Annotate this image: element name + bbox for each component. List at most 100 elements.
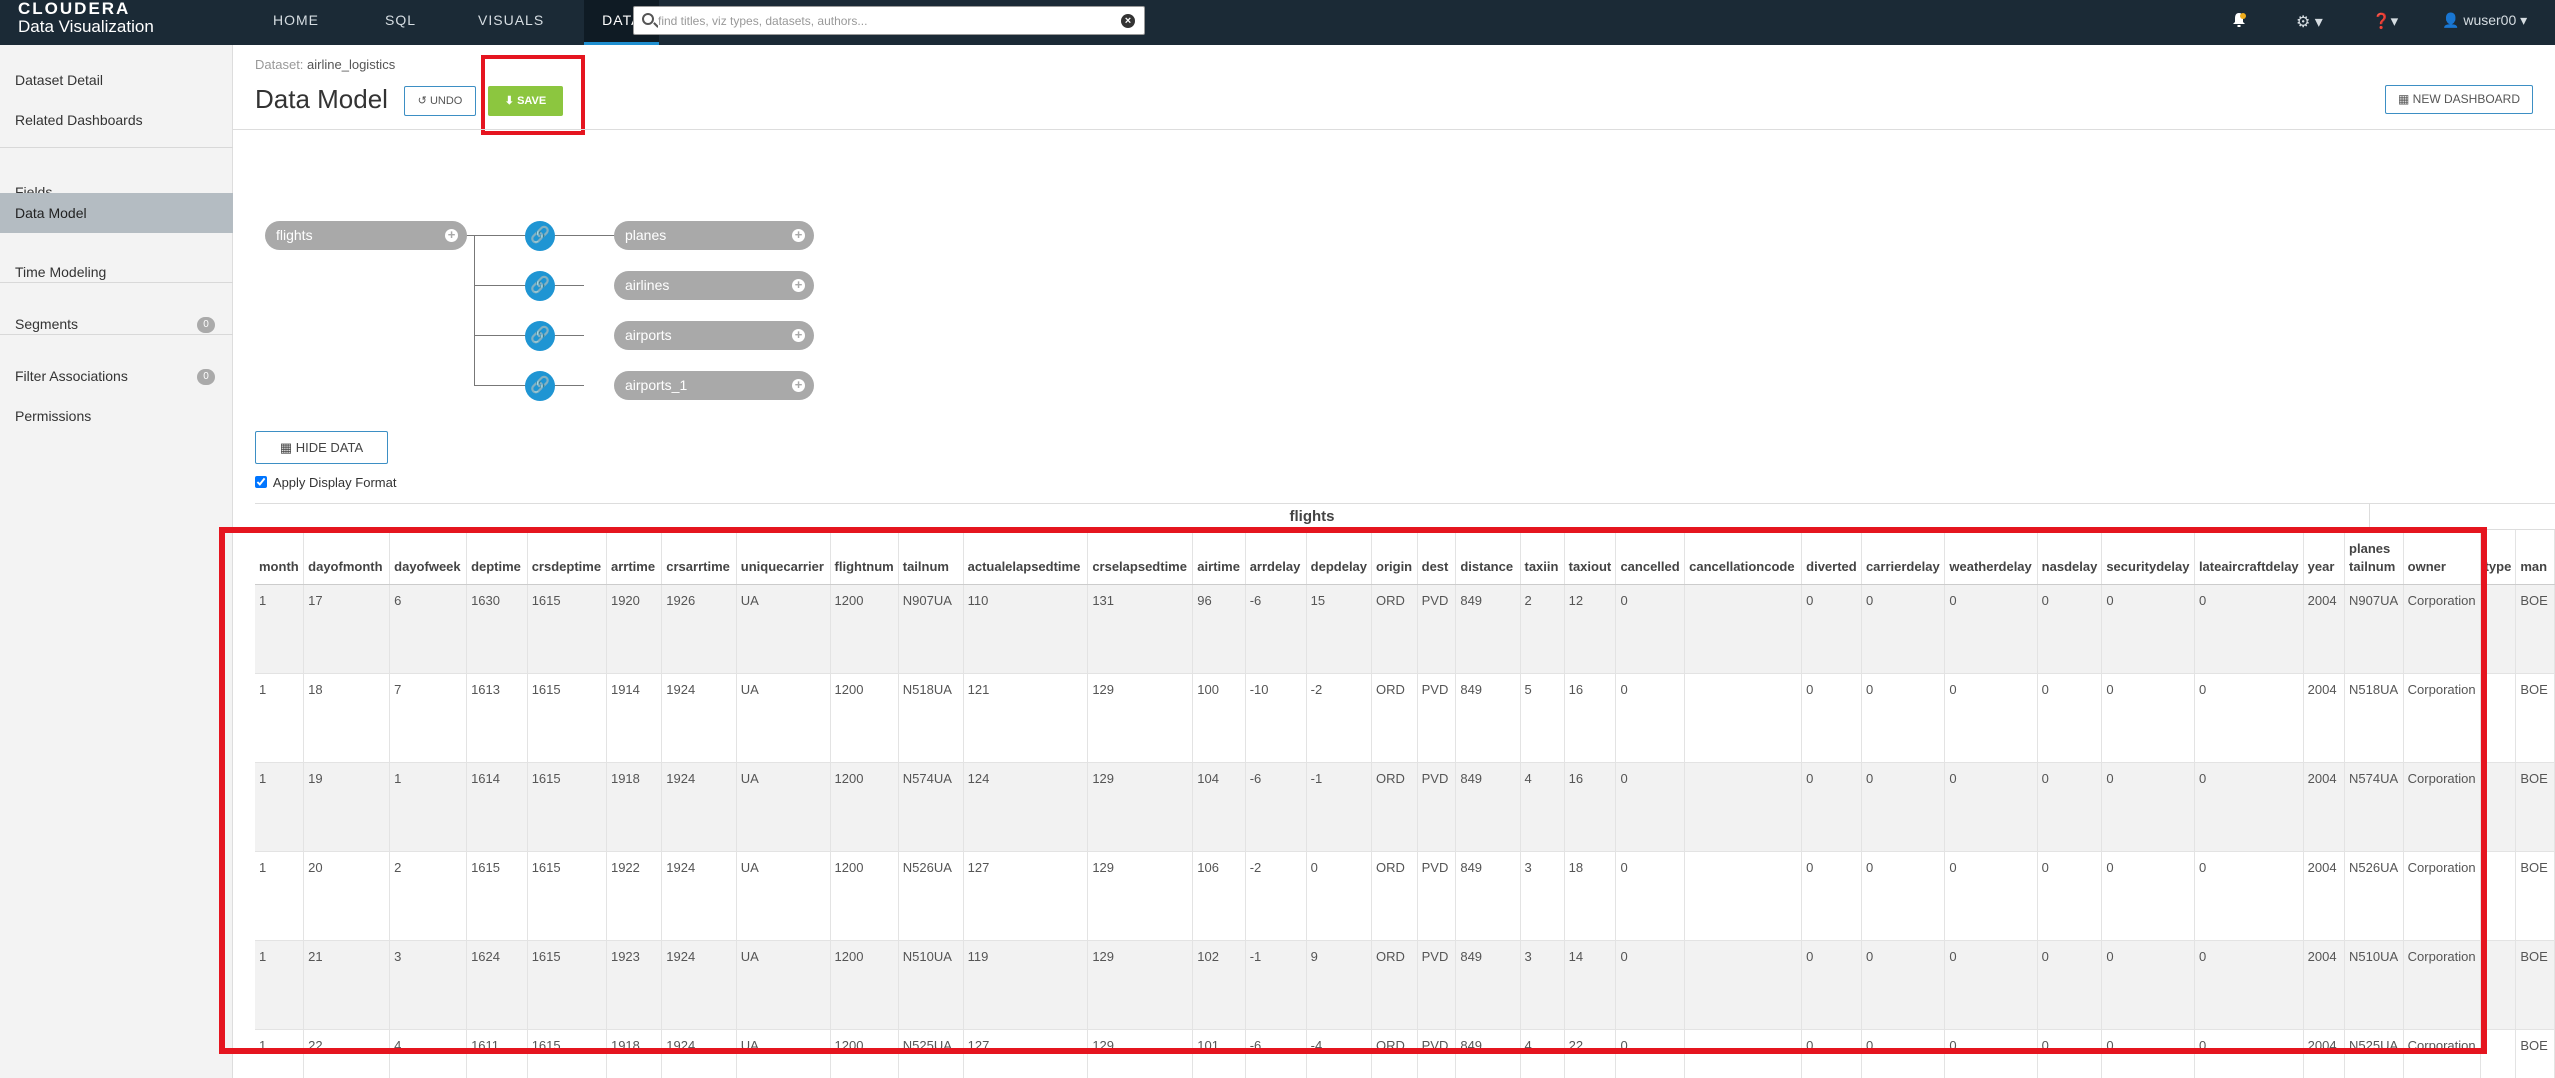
table-cell: 18	[303, 673, 391, 763]
column-header[interactable]: type	[2480, 530, 2517, 585]
nav-sql[interactable]: SQL	[367, 0, 434, 45]
table-cell: 2004	[2303, 762, 2346, 852]
column-header[interactable]: man	[2515, 530, 2555, 585]
column-header[interactable]: carrierdelay	[1861, 530, 1946, 585]
dataset-name[interactable]: airline_logistics	[307, 57, 395, 72]
column-header[interactable]: depdelay	[1306, 530, 1373, 585]
table-row: 1 19 1 1614 1615 1918 1924 UA 1200 N574UA 124 129 10…	[255, 762, 2555, 852]
column-header[interactable]: dayofweek	[389, 530, 468, 585]
sidebar-item-segments[interactable]: Segments 0	[0, 304, 233, 344]
column-header[interactable]: origin	[1371, 530, 1418, 585]
column-header[interactable]: arrtime	[606, 530, 663, 585]
new-dashboard-button[interactable]: ▦ NEW DASHBOARD	[2385, 85, 2533, 114]
table-cell: 106	[1192, 851, 1246, 941]
column-header[interactable]: diverted	[1801, 530, 1862, 585]
table-cell	[2480, 584, 2517, 674]
column-header[interactable]: owner	[2403, 530, 2481, 585]
column-header[interactable]: uniquecarrier	[736, 530, 831, 585]
join-link-icon[interactable]: 🔗	[525, 271, 555, 301]
table-cell: 21	[303, 940, 391, 1030]
sidebar-item-filter-associations[interactable]: Filter Associations 0	[0, 356, 233, 396]
table-node-airports[interactable]: airports +	[614, 321, 814, 350]
column-header[interactable]: month	[255, 530, 305, 585]
table-cell: 15	[1306, 584, 1373, 674]
table-cell: 129	[1087, 1029, 1194, 1078]
column-header[interactable]: lateaircraftdelay	[2194, 530, 2304, 585]
column-header[interactable]: flightnum	[830, 530, 899, 585]
column-header[interactable]: actualelapsedtime	[963, 530, 1089, 585]
table-cell: 129	[1087, 851, 1194, 941]
table-cell: N518UA	[2344, 673, 2404, 763]
table-cell: 121	[963, 673, 1089, 763]
table-node-label: flights	[276, 227, 313, 243]
table-node-label: airports	[625, 327, 672, 343]
sidebar-item-dataset-detail[interactable]: Dataset Detail	[0, 60, 233, 100]
join-link-icon[interactable]: 🔗	[525, 321, 555, 351]
table-node-label: airlines	[625, 277, 670, 293]
clear-search-icon[interactable]: ×	[1121, 14, 1135, 28]
sidebar-item-related-dashboards[interactable]: Related Dashboards	[0, 100, 233, 140]
help-icon[interactable]: ❓▾	[2372, 12, 2398, 57]
column-header[interactable]: dayofmonth	[303, 530, 391, 585]
column-header[interactable]: weatherdelay	[1944, 530, 2038, 585]
table-node-flights[interactable]: flights +	[265, 221, 467, 250]
table-cell: 2004	[2303, 584, 2346, 674]
column-header[interactable]: securitydelay	[2101, 530, 2195, 585]
table-node-planes[interactable]: planes +	[614, 221, 814, 250]
notifications-bell-icon[interactable]	[2230, 11, 2248, 29]
table-cell: -6	[1245, 1029, 1307, 1078]
column-header[interactable]: nasdelay	[2037, 530, 2103, 585]
column-header[interactable]: cancellationcode	[1684, 530, 1803, 585]
column-header[interactable]: planes tailnum	[2344, 530, 2404, 585]
add-join-icon[interactable]: +	[445, 228, 458, 242]
brand-name: CLOUDERA	[18, 0, 131, 18]
user-menu[interactable]: 👤 wuser00 ▾	[2442, 12, 2527, 57]
table-cell: BOE	[2515, 584, 2555, 674]
table-cell: 4	[1520, 1029, 1565, 1078]
checkbox-input[interactable]	[255, 476, 267, 488]
column-header[interactable]: deptime	[466, 530, 528, 585]
table-node-airports-1[interactable]: airports_1 +	[614, 371, 814, 400]
column-header[interactable]: crselapsedtime	[1087, 530, 1194, 585]
add-join-icon[interactable]: +	[792, 328, 805, 342]
table-cell: 129	[1087, 673, 1194, 763]
column-header[interactable]: arrdelay	[1245, 530, 1307, 585]
nav-home[interactable]: HOME	[255, 0, 337, 45]
flights-table: month dayofmonth dayofweek deptime crsdeptim…	[255, 530, 2555, 1078]
table-cell	[1684, 851, 1803, 941]
join-link-icon[interactable]: 🔗	[525, 221, 555, 251]
nav-visuals[interactable]: VISUALS	[460, 0, 562, 45]
undo-button[interactable]: ↺ UNDO	[404, 86, 476, 116]
table-cell: 1920	[606, 584, 663, 674]
sidebar-item-permissions[interactable]: Permissions	[0, 396, 233, 436]
app-logo[interactable]: CLOUDERA Data Visualization	[18, 0, 154, 37]
column-header[interactable]: distance	[1455, 530, 1521, 585]
add-join-icon[interactable]: +	[792, 228, 805, 242]
sidebar-item-label: Filter Associations	[15, 368, 128, 384]
sidebar-item-time-modeling[interactable]: Time Modeling	[0, 252, 233, 292]
table-cell: UA	[736, 762, 831, 852]
table-cell: 0	[1801, 940, 1862, 1030]
hide-data-button[interactable]: ▦ HIDE DATA	[255, 431, 388, 464]
settings-gear-icon[interactable]: ⚙ ▾	[2296, 12, 2323, 57]
column-header[interactable]: tailnum	[898, 530, 964, 585]
column-header[interactable]: airtime	[1192, 530, 1246, 585]
table-cell: BOE	[2515, 762, 2555, 852]
column-header[interactable]: taxiout	[1564, 530, 1617, 585]
search-input[interactable]	[658, 10, 1098, 32]
table-cell: UA	[736, 940, 831, 1030]
column-header[interactable]: crsdeptime	[527, 530, 607, 585]
column-header[interactable]: year	[2303, 530, 2346, 585]
column-header[interactable]: taxiin	[1520, 530, 1565, 585]
add-join-icon[interactable]: +	[792, 378, 805, 392]
join-link-icon[interactable]: 🔗	[525, 371, 555, 401]
table-node-airlines[interactable]: airlines +	[614, 271, 814, 300]
apply-display-format-checkbox[interactable]: Apply Display Format	[255, 475, 396, 490]
column-header[interactable]: cancelled	[1615, 530, 1686, 585]
sidebar: Dataset Detail Related Dashboards Fields…	[0, 45, 233, 1078]
add-join-icon[interactable]: +	[792, 278, 805, 292]
table-cell: 0	[1944, 940, 2038, 1030]
column-header[interactable]: crsarrtime	[661, 530, 737, 585]
column-header[interactable]: dest	[1417, 530, 1457, 585]
sidebar-item-data-model[interactable]: Data Model	[0, 193, 233, 233]
